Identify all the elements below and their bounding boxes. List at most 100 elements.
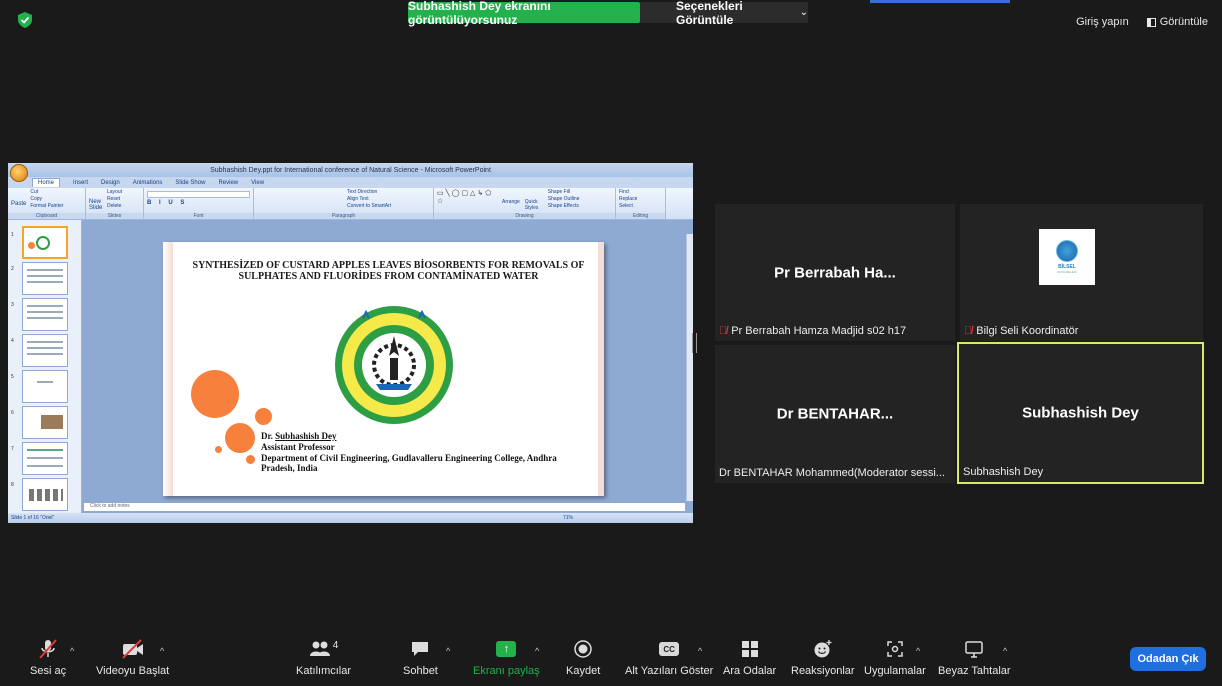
mic-muted-icon: 🎙̸ [719, 325, 728, 337]
ribbon-format-painter: Format Painter [30, 203, 64, 209]
split-view-drag-handle[interactable] [692, 333, 697, 353]
ppt-status-bar: Slide 1 of 16 "Oriel" 71% [8, 513, 693, 523]
chat-button[interactable]: Sohbet [403, 638, 438, 677]
author-block: Dr. Subhashish Dey Assistant Professor D… [261, 431, 561, 474]
audio-options-caret-icon[interactable]: ^ [70, 646, 74, 656]
ribbon-group-drawing: ▭ ╲ ◯ ▢ △ ↳ ⬠ ☆ Arrange Quick Styles Sha… [434, 188, 616, 219]
participants-icon: 4 [309, 638, 338, 660]
smiley-icon [813, 638, 833, 660]
ribbon-reset: Reset [107, 196, 121, 202]
slide-thumbnail [22, 370, 68, 403]
participants-button[interactable]: 4 Katılımcılar [296, 638, 352, 678]
whiteboards-options-caret-icon[interactable]: ^ [1003, 646, 1007, 656]
slide-title: SYNTHESİZED OF CUSTARD APPLES LEAVES BİO… [192, 260, 585, 282]
ribbon-group-label: Font [144, 213, 253, 219]
participant-tile[interactable]: Dr BENTAHAR... Dr BENTAHAR Mohammed(Mode… [715, 345, 955, 483]
bilsel-logo-icon [1056, 240, 1078, 262]
thumb-number: 1 [11, 232, 14, 238]
decor-circle-large [191, 370, 239, 418]
unmute-button[interactable]: Sesi aç [30, 638, 66, 677]
apps-label: Uygulamalar [864, 665, 926, 677]
start-video-button[interactable]: Videoyu Başlat [96, 638, 169, 677]
security-shield-icon[interactable] [18, 12, 32, 28]
participant-name: Pr Berrabah Hamza Madjid s02 h17 [731, 325, 907, 337]
slide-thumbnail [22, 478, 68, 511]
ribbon-group-slides: New Slide Layout Reset Delete Slides [86, 188, 144, 219]
reactions-label: Reaksiyonlar [791, 665, 855, 677]
video-off-icon [121, 638, 145, 660]
reactions-button[interactable]: Reaksiyonlar [791, 638, 855, 677]
participant-name-label: 🎙̸ Bilgi Seli Koordinatör [964, 325, 1078, 337]
breakout-rooms-button[interactable]: Ara Odalar [723, 638, 776, 677]
slide-thumbnail [22, 442, 68, 475]
ribbon-group-paragraph: Text Direction Align Text Convert to Sma… [254, 188, 434, 219]
participant-tile[interactable]: Pr Berrabah Ha... 🎙̸ Pr Berrabah Hamza M… [715, 204, 955, 341]
view-options-label: Seçenekleri Görüntüle [676, 0, 743, 27]
ribbon-group-clipboard: Paste Cut Copy Format Painter Clipboard [8, 188, 86, 219]
participants-label: Katılımcılar [296, 665, 352, 677]
slide-thumbnail [22, 226, 68, 259]
ribbon-group-label: Clipboard [8, 213, 85, 219]
ppt-ribbon: Paste Cut Copy Format Painter Clipboard … [8, 188, 693, 220]
ribbon-new-slide: New Slide [89, 199, 103, 211]
participant-tile[interactable]: BİLSEL KONGRELERİ 🎙̸ Bilgi Seli Koordina… [960, 204, 1203, 341]
participant-name-label: Dr BENTAHAR Mohammed(Moderator sessi... [719, 467, 945, 479]
slide-thumbnail [22, 298, 68, 331]
slide-thumbnails-panel: 1 2 3 4 5 6 7 8 [8, 220, 82, 513]
apps-options-caret-icon[interactable]: ^ [916, 646, 920, 656]
author-name: Subhashish Dey [275, 431, 337, 441]
thumb-number: 6 [11, 410, 14, 416]
whiteboards-button[interactable]: Beyaz Tahtalar [938, 638, 1011, 677]
author-department: Department of Civil Engineering, Gudlava… [261, 453, 557, 473]
share-screen-label: Ekranı paylaş [473, 665, 540, 677]
ribbon-cut: Cut [30, 189, 39, 195]
leave-meeting-button[interactable]: Odadan Çık [1130, 647, 1206, 671]
chat-options-caret-icon[interactable]: ^ [446, 646, 450, 656]
ppt-tab-design: Design [101, 179, 120, 186]
thumb-number: 2 [11, 266, 14, 272]
breakout-rooms-label: Ara Odalar [723, 665, 777, 677]
mic-muted-icon: 🎙̸ [964, 325, 973, 337]
author-position: Assistant Professor [261, 442, 335, 452]
ppt-tab-home: Home [32, 178, 61, 187]
sign-in-button[interactable]: Giriş yapın [1072, 14, 1133, 30]
sign-in-label: Giriş yapın [1076, 16, 1129, 28]
ribbon-paste: Paste [11, 201, 27, 207]
share-options-caret-icon[interactable]: ^ [535, 646, 539, 656]
ppt-tab-insert: Insert [73, 179, 89, 186]
ribbon-arrange: Arrange [502, 199, 520, 205]
ribbon-group-font: B I U S Font [144, 188, 254, 219]
ppt-window-title: Subhashish Dey.ppt for International con… [210, 166, 491, 174]
apps-button[interactable]: Uygulamalar [864, 638, 926, 677]
participant-tile-active-speaker[interactable]: Subhashish Dey Subhashish Dey [957, 342, 1204, 484]
share-screen-button[interactable]: ↑ Ekranı paylaş [473, 638, 540, 677]
show-captions-button[interactable]: CC Alt Yazıları Göster [625, 638, 713, 677]
author-prefix: Dr. [261, 431, 276, 441]
participant-name: Dr BENTAHAR Mohammed(Moderator sessi... [719, 467, 945, 479]
participant-display-name: Pr Berrabah Ha... [774, 264, 896, 281]
view-layout-button[interactable]: Görüntüle [1143, 14, 1212, 30]
closed-captions-icon: CC [659, 642, 680, 656]
view-options-button[interactable]: Seçenekleri Görüntüle ⌄ [640, 0, 808, 27]
chevron-down-icon: ⌄ [799, 7, 808, 18]
notes-pane: Click to add notes [84, 503, 685, 511]
ribbon-group-label: Slides [86, 213, 143, 219]
captions-options-caret-icon[interactable]: ^ [698, 646, 702, 656]
start-video-label: Videoyu Başlat [96, 665, 170, 677]
slide-thumbnail [22, 406, 68, 439]
participant-name-label: Subhashish Dey [963, 466, 1043, 478]
ribbon-delete: Delete [107, 203, 122, 209]
ribbon-smartart: Convert to SmartArt [347, 203, 392, 209]
top-right-controls: Giriş yapın Görüntüle [1072, 14, 1212, 30]
slide-thumbnail [22, 262, 68, 295]
whiteboards-label: Beyaz Tahtalar [938, 665, 1011, 677]
ribbon-align-text: Align Text [347, 196, 369, 202]
top-accent-strip [870, 0, 1010, 3]
ribbon-find: Find [619, 189, 629, 195]
college-emblem-logo [335, 306, 453, 424]
video-options-caret-icon[interactable]: ^ [160, 646, 164, 656]
record-button[interactable]: Kaydet [566, 638, 600, 677]
thumb-number: 8 [11, 482, 14, 488]
thumb-number: 7 [11, 446, 14, 452]
ribbon-group-editing: Find Replace Select Editing [616, 188, 666, 219]
